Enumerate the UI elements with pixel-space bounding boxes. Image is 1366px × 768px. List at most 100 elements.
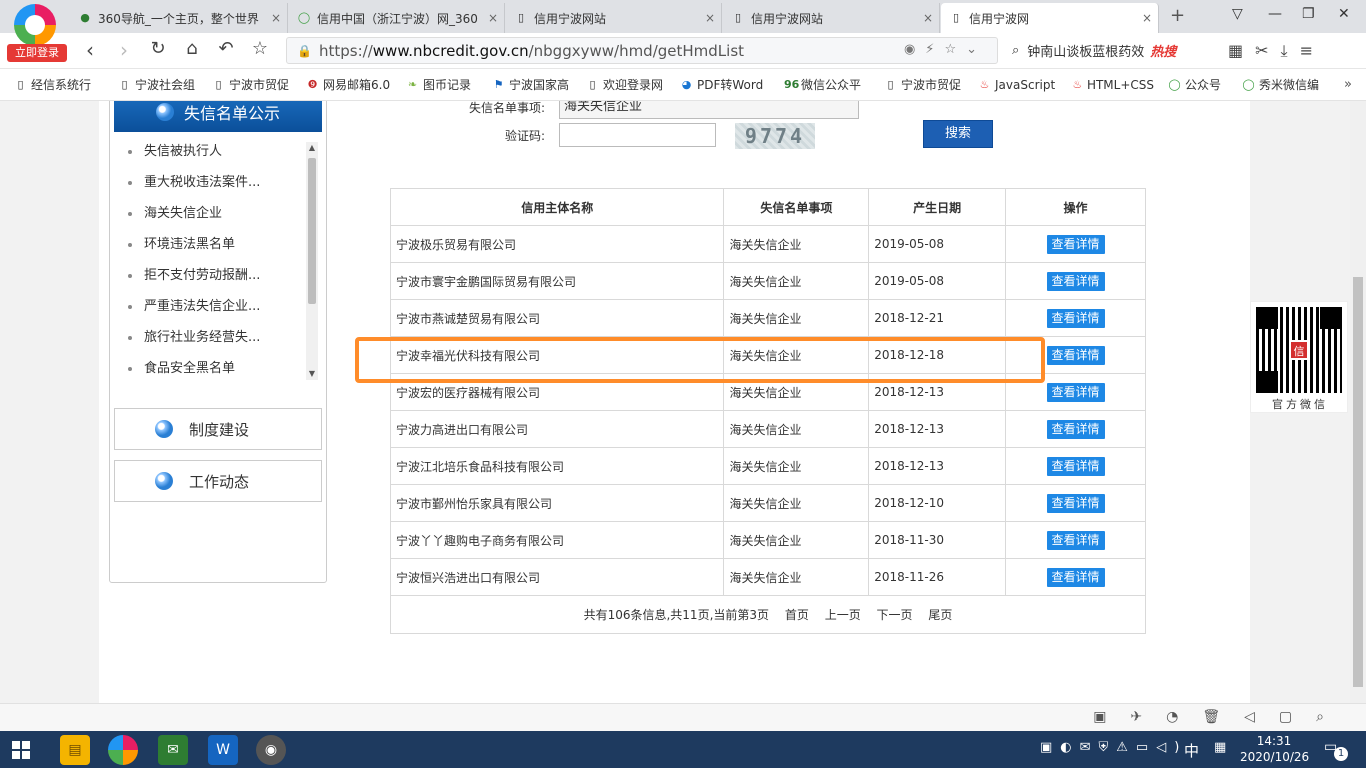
view-detail-button[interactable]: 查看详情 [1046, 456, 1105, 476]
ime-indicator[interactable]: 中 [1184, 740, 1199, 761]
sidebar-item-serious-violation[interactable]: 严重违法失信企业... [114, 291, 321, 322]
tab-close-icon[interactable]: × [705, 11, 715, 25]
bookmark-item[interactable]: ⚑ 宁波国家高 [492, 76, 572, 93]
360-browser-icon[interactable] [108, 735, 138, 765]
bookmark-item[interactable]: 96 微信公众平 [784, 76, 870, 93]
browser-tab-3[interactable]: ▯ 信用宁波网站 × [506, 3, 722, 33]
tab-close-icon[interactable]: × [488, 11, 498, 25]
sidebar-box-system[interactable]: 制度建设 [114, 408, 322, 450]
close-window-icon[interactable]: ✕ [1338, 6, 1350, 22]
qr-center-logo: 信 [1289, 340, 1309, 360]
sidebar-item-travel-agency[interactable]: 旅行社业务经营失... [114, 322, 321, 353]
scroll-down-icon[interactable]: ▼ [306, 368, 318, 380]
scroll-thumb[interactable] [308, 158, 316, 304]
tab-close-icon[interactable]: × [1142, 11, 1152, 25]
url-input[interactable]: 🔒 https://www.nbcredit.gov.cn/nbggxyww/h… [286, 37, 998, 64]
bookmark-item[interactable]: ◕ PDF转Word [680, 76, 770, 93]
view-detail-button[interactable]: 查看详情 [1046, 419, 1105, 439]
tab-close-icon[interactable]: × [923, 11, 933, 25]
view-detail-button[interactable]: 查看详情 [1046, 382, 1105, 402]
system-clock[interactable]: 14:31 2020/10/26 [1240, 733, 1309, 765]
bookmarks-more-icon[interactable]: » [1344, 77, 1352, 92]
captcha-label: 验证码: [504, 128, 545, 143]
scroll-up-icon[interactable]: ▲ [306, 142, 318, 154]
tab-title: 信用宁波网站 [751, 11, 824, 26]
bookmark-item[interactable]: ▯ 经信系统行 [14, 76, 104, 93]
toolbar-right-icons[interactable]: ▦✂⤓≡ [1228, 41, 1325, 61]
bookmark-item[interactable]: ▯ 宁波市贸促 [884, 76, 964, 93]
sidebar-scrollbar[interactable]: ▲ ▼ [306, 142, 318, 380]
status-bar-icons[interactable]: ▣✈◔🗑◁▢⌕ [1093, 709, 1348, 725]
bookmark-item[interactable]: ▯ 欢迎登录网 [586, 76, 666, 93]
browser-tab-2[interactable]: ◯ 信用中国（浙江宁波）网_360 × [289, 3, 505, 33]
browser-tab-bar: ● 360导航_一个主页，整个世界 × ◯ 信用中国（浙江宁波）网_360 × … [0, 0, 1366, 33]
shirt-icon[interactable]: ▽ [1232, 6, 1243, 22]
bookmark-item[interactable]: ❧ 图币记录 [406, 76, 478, 93]
bookmark-item[interactable]: ❾ 网易邮箱6.0 [306, 76, 392, 93]
view-detail-button[interactable]: 查看详情 [1046, 493, 1105, 513]
bookmark-item[interactable]: ◯ 公众号 [1168, 76, 1228, 93]
notification-icon[interactable]: ▭ 1 [1324, 739, 1348, 761]
wechat-icon[interactable]: ✉ [158, 735, 188, 765]
page-scrollbar[interactable] [1350, 101, 1366, 703]
sidebar-item-food-safety[interactable]: 食品安全黑名单 [114, 353, 321, 382]
undo-icon[interactable]: ↶ [214, 38, 238, 59]
view-detail-button[interactable]: 查看详情 [1046, 234, 1105, 254]
browser-logo[interactable]: 立即登录 [6, 4, 67, 62]
view-detail-button[interactable]: 查看详情 [1046, 567, 1105, 587]
home-icon[interactable]: ⌂ [180, 38, 204, 59]
browser-tab-5-active[interactable]: ▯ 信用宁波网 × [941, 3, 1159, 33]
search-button[interactable]: 搜索 [923, 120, 993, 148]
view-detail-button[interactable]: 查看详情 [1046, 271, 1105, 291]
file-explorer-icon[interactable]: ▤ [60, 735, 90, 765]
minimize-icon[interactable]: — [1268, 6, 1282, 22]
bookmark-item[interactable]: ▯ 宁波社会组 [118, 76, 198, 93]
pager-last-link[interactable]: 尾页 [928, 608, 952, 622]
cell-name: 宁波力高进出口有限公司 [389, 410, 725, 448]
new-tab-icon[interactable]: + [1170, 5, 1185, 26]
keyboard-icon[interactable]: ▦ [1214, 740, 1226, 755]
browser-search-box[interactable]: ⌕ 钟南山谈板蓝根药效 热搜 [1012, 37, 1222, 64]
maximize-icon[interactable]: ❐ [1302, 6, 1315, 22]
bookmark-item[interactable]: ♨ JavaScript [978, 78, 1058, 92]
bookmark-item[interactable]: ◯ 秀米微信编 [1242, 76, 1322, 93]
captcha-image[interactable]: 9774 [735, 123, 815, 149]
cell-date: 2018-12-13 [868, 447, 1007, 485]
page-icon: ▯ [215, 78, 222, 91]
bookmark-item[interactable]: ♨ HTML+CSS [1072, 78, 1154, 92]
pager-prev-link[interactable]: 上一页 [825, 608, 861, 622]
app-avatar-icon[interactable]: ◉ [256, 735, 286, 765]
view-detail-button[interactable]: 查看详情 [1046, 308, 1105, 328]
star-icon[interactable]: ☆ [248, 38, 272, 59]
login-badge[interactable]: 立即登录 [7, 44, 67, 62]
tab-close-icon[interactable]: × [271, 11, 281, 25]
pager-next-link[interactable]: 下一页 [877, 608, 913, 622]
back-icon[interactable]: ‹ [78, 38, 102, 62]
globe-icon [156, 103, 174, 121]
wps-writer-icon[interactable]: W [208, 735, 238, 765]
sidebar-item-tax-violation[interactable]: 重大税收违法案件... [114, 167, 321, 198]
type-field[interactable]: 海关失信企业 [559, 101, 859, 119]
sidebar-item-labor-pay[interactable]: 拒不支付劳动报酬... [114, 260, 321, 291]
sidebar-item-dishonest-executed[interactable]: 失信被执行人 [114, 136, 321, 167]
windows-start-icon[interactable] [12, 741, 30, 759]
system-tray-icons[interactable]: ▣◐✉⛨⚠▭◁) [1040, 740, 1187, 755]
sidebar-item-environment[interactable]: 环境违法黑名单 [114, 229, 321, 260]
type-label: 失信名单事项: [468, 101, 545, 115]
captcha-input[interactable] [559, 123, 716, 147]
view-detail-button[interactable]: 查看详情 [1046, 345, 1105, 365]
bookmark-item[interactable]: ▯ 宁波市贸促 [212, 76, 292, 93]
url-action-icons[interactable]: ◉⚡☆⌄ [904, 42, 987, 57]
sidebar-header[interactable]: 失信名单公示 [114, 101, 322, 132]
sidebar-item-customs[interactable]: 海关失信企业 [114, 198, 321, 229]
green-c-icon: ◯ [1168, 78, 1181, 91]
browser-tab-4[interactable]: ▯ 信用宁波网站 × [723, 3, 940, 33]
sidebar-box-news[interactable]: 工作动态 [114, 460, 322, 502]
refresh-icon[interactable]: ↻ [146, 38, 170, 59]
pager-first-link[interactable]: 首页 [785, 608, 809, 622]
browser-tab-1[interactable]: ● 360导航_一个主页，整个世界 × [70, 3, 288, 33]
view-detail-button[interactable]: 查看详情 [1046, 530, 1105, 550]
page-scroll-thumb[interactable] [1353, 277, 1363, 687]
wechat-qr-panel[interactable]: 信 官方微信 [1250, 301, 1348, 413]
forward-icon[interactable]: › [112, 38, 136, 62]
